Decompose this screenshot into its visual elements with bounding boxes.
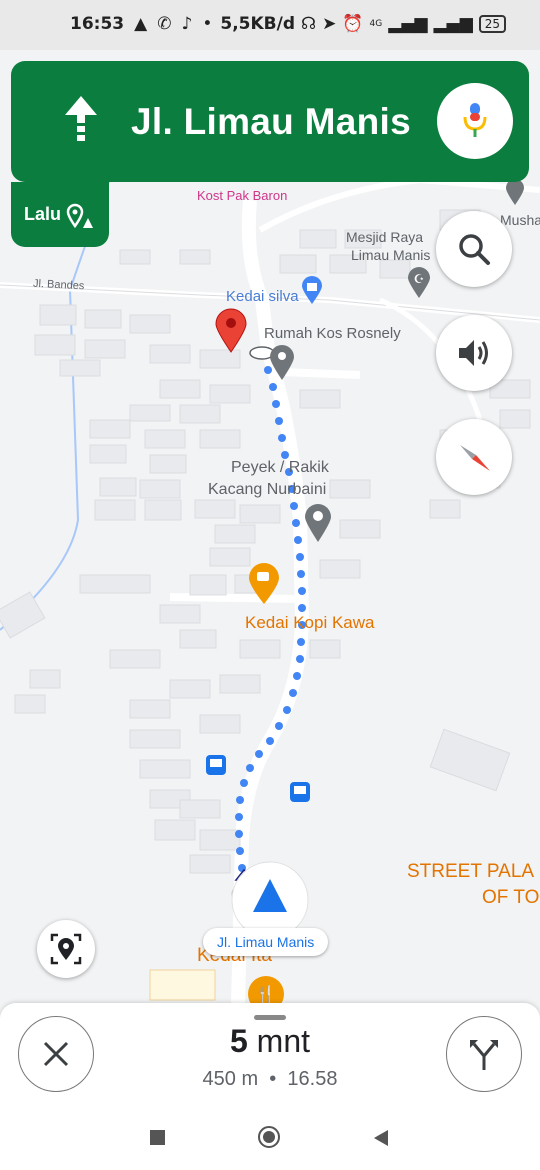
label-peyek-2[interactable]: Kacang Nurbaini: [208, 481, 326, 499]
road-side-1: [169, 593, 301, 603]
location-icon: ➤: [322, 14, 337, 34]
label-peyek-1[interactable]: Peyek / Rakik: [231, 459, 329, 477]
trip-distance: 450 m: [202, 1068, 259, 1090]
search-icon: [459, 234, 490, 265]
volume-icon: [459, 340, 488, 366]
duration-value: 5: [229, 1023, 248, 1059]
then-label: Lalu: [24, 204, 62, 224]
system-nav-bar: [0, 1106, 540, 1170]
signal-icon-2: ▂▄▆: [433, 14, 473, 34]
sheet-handle[interactable]: [254, 1015, 286, 1020]
then-instruction[interactable]: Lalu: [11, 182, 109, 247]
trip-separator: •: [269, 1068, 277, 1090]
mic-icon: [463, 103, 487, 137]
bus-stop-1: [206, 755, 226, 775]
recent-apps-button[interactable]: [150, 1130, 165, 1145]
bus-stop-2: [290, 782, 310, 802]
status-time: 16:53: [70, 14, 125, 34]
voice-search-button[interactable]: [437, 83, 513, 159]
label-kedai-silva[interactable]: Kedai silva: [226, 288, 299, 305]
label-kedai-kopi[interactable]: Kedai Kopi Kawa: [245, 613, 374, 633]
trip-summary-sheet[interactable]: 5 mnt 450 m • 16.58: [0, 1003, 540, 1106]
headphones-icon: ☊: [301, 14, 317, 34]
signal-icon: ▂▄▆: [388, 14, 428, 34]
navigation-status-icon: ▲: [134, 14, 148, 34]
grey-pin-musha: [506, 179, 524, 205]
nav-street-name: Jl. Limau Manis: [131, 101, 412, 142]
label-mesjid-2[interactable]: Limau Manis: [351, 247, 430, 263]
label-rumah-kos[interactable]: Rumah Kos Rosnely: [264, 325, 401, 342]
grey-pin-mesjid: ☪: [408, 267, 430, 298]
compass-icon: [460, 445, 490, 471]
alternate-routes-button[interactable]: [446, 1016, 522, 1092]
net-type: 4G: [369, 19, 383, 29]
label-street-pala-2[interactable]: OF TO: [482, 887, 539, 909]
label-kost-pak-baron[interactable]: Kost Pak Baron: [197, 188, 287, 203]
label-musha[interactable]: Musha: [500, 212, 540, 228]
search-button[interactable]: [436, 211, 512, 287]
current-road-label: Jl. Limau Manis: [203, 928, 329, 956]
dot-icon: •: [202, 14, 213, 34]
location-pin-icon: [50, 933, 82, 965]
route-fork-icon: [470, 1040, 498, 1070]
label-street-pala-1[interactable]: STREET PALA: [407, 861, 534, 883]
compass-button[interactable]: [436, 419, 512, 495]
grey-pin-peyek: [305, 504, 331, 542]
battery-icon: 25: [478, 15, 506, 33]
home-button[interactable]: [258, 1126, 280, 1148]
network-speed: 5,5KB/d: [220, 14, 296, 34]
svg-text:☪: ☪: [414, 272, 425, 286]
tiktok-icon: ♪: [181, 14, 193, 34]
road-side-2: [279, 368, 361, 379]
status-bar: 16:53 ▲ ✆ ♪ • 5,5KB/d ☊ ➤ ⏰ 4G ▂▄▆ ▂▄▆ 2…: [0, 0, 540, 50]
alarm-icon: ⏰: [342, 14, 364, 34]
navigation-banner[interactable]: Jl. Limau Manis: [11, 61, 529, 182]
restaurant-area: [149, 969, 216, 1001]
phone-icon: ✆: [157, 14, 172, 34]
arrival-time: 16.58: [287, 1068, 338, 1090]
duration-unit: mnt: [256, 1023, 311, 1059]
recenter-button[interactable]: [37, 920, 95, 978]
home-dot: [263, 1131, 275, 1143]
svg-text:🍴: 🍴: [255, 984, 277, 1005]
back-button[interactable]: [372, 1128, 390, 1148]
straight-arrow-icon: [65, 96, 97, 141]
label-mesjid-1[interactable]: Mesjid Raya: [346, 229, 423, 245]
sound-button[interactable]: [436, 315, 512, 391]
arrive-destination-icon: [66, 203, 93, 229]
red-destination-pin: [215, 308, 247, 353]
